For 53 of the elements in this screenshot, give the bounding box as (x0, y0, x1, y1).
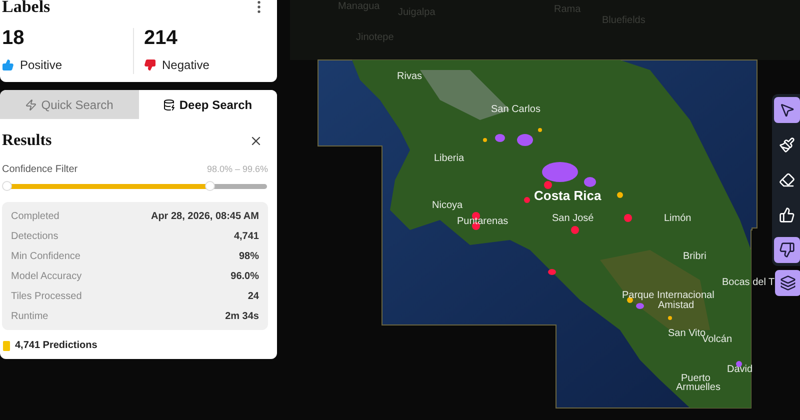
layers-icon (780, 275, 796, 291)
stat-count: 214 (144, 28, 178, 48)
results-title: Results (2, 131, 52, 151)
map-label: Parque Internacional (622, 291, 714, 301)
layers-button[interactable] (775, 270, 800, 296)
thumbs-up-icon (2, 58, 14, 70)
map-label: Bribri (683, 252, 706, 262)
map-label: Liberia (434, 154, 464, 164)
map-label: Rivas (397, 72, 422, 82)
stat-label: Positive (20, 56, 62, 74)
map-label: San José (552, 214, 594, 224)
legend-label: 4,741 Predictions (15, 339, 98, 353)
brush-icon (779, 137, 795, 153)
tool-button[interactable] (774, 237, 800, 263)
stat-value: 96.0% (230, 270, 259, 284)
stat-label: Detections (11, 230, 58, 244)
stat-value: 4,741 (234, 230, 259, 244)
pointer-icon (779, 102, 795, 118)
card-title: Labels (2, 0, 50, 18)
stat-label: Runtime (11, 310, 48, 324)
stat-label: Negative (162, 56, 210, 74)
thumbs-down-icon (144, 58, 156, 70)
map-label: Bocas del T (722, 278, 775, 288)
stat-label: Completed (11, 210, 60, 224)
stat-count: 18 (2, 28, 26, 48)
stat-value: 2m 34s (225, 310, 259, 324)
stat-label: Min Confidence (11, 250, 80, 264)
stat-value: 24 (248, 290, 259, 304)
close-icon[interactable] (249, 134, 263, 148)
eraser-icon (779, 172, 795, 188)
map-label: Puntarenas (457, 217, 508, 227)
database-icon (163, 98, 176, 110)
map-label: San Carlos (491, 105, 540, 115)
thumbs-up-icon (779, 207, 795, 223)
lightning-icon (25, 98, 38, 110)
thumbs-down-icon (779, 242, 795, 258)
map-label: Nicoya (432, 201, 463, 211)
tool-button[interactable] (774, 97, 800, 123)
map-label: David (727, 365, 753, 375)
filter-range: 98.0% – 99.6% (206, 162, 268, 176)
map-label: Costa Rica (534, 189, 602, 202)
map-label: Volcán (702, 335, 732, 345)
map-label: Puerto (681, 374, 710, 384)
stat-value: Apr 28, 2026, 08:45 AM (150, 210, 259, 224)
stat-label: Model Accuracy (11, 270, 82, 284)
slider-thumb[interactable] (2, 181, 12, 191)
map-label: Limón (664, 214, 692, 224)
map-label: Amistad (658, 301, 694, 311)
stat-label: Tiles Processed (11, 290, 82, 304)
map-label: Armuelles (676, 383, 720, 393)
slider-thumb[interactable] (204, 181, 215, 191)
stat-value: 98% (238, 250, 259, 264)
filter-label: Confidence Filter (2, 163, 78, 177)
